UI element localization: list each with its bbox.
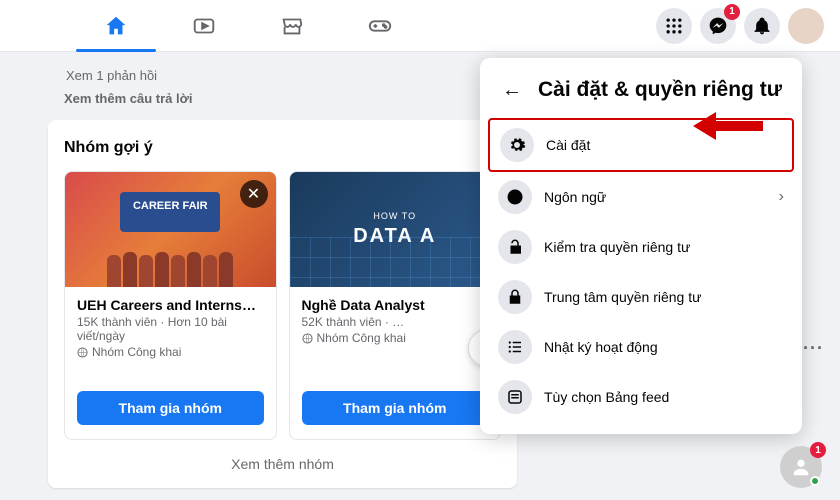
- lock-open-icon: [498, 230, 532, 264]
- menu-item-privacy-checkup[interactable]: Kiểm tra quyền riêng tư: [488, 222, 794, 272]
- suggested-groups-card: Nhóm gợi ý ··· ✕ UEH Careers and Interns…: [48, 120, 517, 488]
- top-navigation: 1: [0, 0, 840, 52]
- new-message-button[interactable]: 1: [780, 446, 822, 488]
- watch-tab[interactable]: [164, 0, 244, 52]
- chevron-right-icon: ›: [779, 188, 784, 206]
- marketplace-tab[interactable]: [252, 0, 332, 52]
- group-meta: 52K thành viên · …: [302, 315, 489, 329]
- group-name: UEH Careers and Internship Shares: [77, 297, 264, 313]
- menu-item-feed-prefs[interactable]: Tùy chọn Bảng feed: [488, 372, 794, 422]
- gear-icon: [500, 128, 534, 162]
- list-icon: [498, 330, 532, 364]
- contacts-more-icon[interactable]: ···: [803, 338, 824, 359]
- settings-privacy-dropdown: ← Cài đặt & quyền riêng tư Cài đặt Ngôn …: [480, 58, 802, 434]
- dropdown-title: Cài đặt & quyền riêng tư: [538, 78, 782, 102]
- see-more-groups[interactable]: Xem thêm nhóm: [64, 456, 501, 472]
- feed-icon: [498, 380, 532, 414]
- globe-icon: [498, 180, 532, 214]
- group-visibility: Nhóm Công khai: [77, 345, 264, 359]
- feedback-count: Xem 1 phản hồi: [66, 68, 517, 83]
- group-cover-2: HOW TO DATA A: [290, 172, 501, 287]
- menu-item-language[interactable]: Ngôn ngữ ›: [488, 172, 794, 222]
- menu-item-privacy-center[interactable]: Trung tâm quyền riêng tư: [488, 272, 794, 322]
- messenger-badge: 1: [724, 4, 740, 20]
- nav-tabs: [76, 0, 420, 52]
- messenger-button[interactable]: 1: [700, 8, 736, 44]
- group-card-2[interactable]: HOW TO DATA A Nghề Data Analyst 52K thàn…: [289, 171, 502, 440]
- group-visibility: Nhóm Công khai: [302, 331, 489, 345]
- menu-grid-button[interactable]: [656, 8, 692, 44]
- menu-item-activity-log[interactable]: Nhật ký hoạt động: [488, 322, 794, 372]
- back-button[interactable]: ←: [498, 76, 526, 104]
- group-name: Nghề Data Analyst: [302, 297, 489, 313]
- join-group-button[interactable]: Tham gia nhóm: [77, 391, 264, 425]
- notifications-button[interactable]: [744, 8, 780, 44]
- header-right-icons: 1: [656, 8, 824, 44]
- see-replies-link[interactable]: Xem thêm câu trả lời: [64, 91, 517, 106]
- online-indicator: [810, 476, 820, 486]
- menu-item-settings[interactable]: Cài đặt: [488, 118, 794, 172]
- home-tab[interactable]: [76, 0, 156, 52]
- join-group-button[interactable]: Tham gia nhóm: [302, 391, 489, 425]
- dismiss-group-button[interactable]: ✕: [240, 180, 268, 208]
- group-cover-1: ✕: [65, 172, 276, 287]
- profile-avatar[interactable]: [788, 8, 824, 44]
- lock-icon: [498, 280, 532, 314]
- group-meta: 15K thành viên · Hơn 10 bài viết/ngày: [77, 315, 264, 343]
- group-card-1[interactable]: ✕ UEH Careers and Internship Shares 15K …: [64, 171, 277, 440]
- card-title: Nhóm gợi ý: [64, 139, 153, 157]
- chat-badge: 1: [810, 442, 826, 458]
- gaming-tab[interactable]: [340, 0, 420, 52]
